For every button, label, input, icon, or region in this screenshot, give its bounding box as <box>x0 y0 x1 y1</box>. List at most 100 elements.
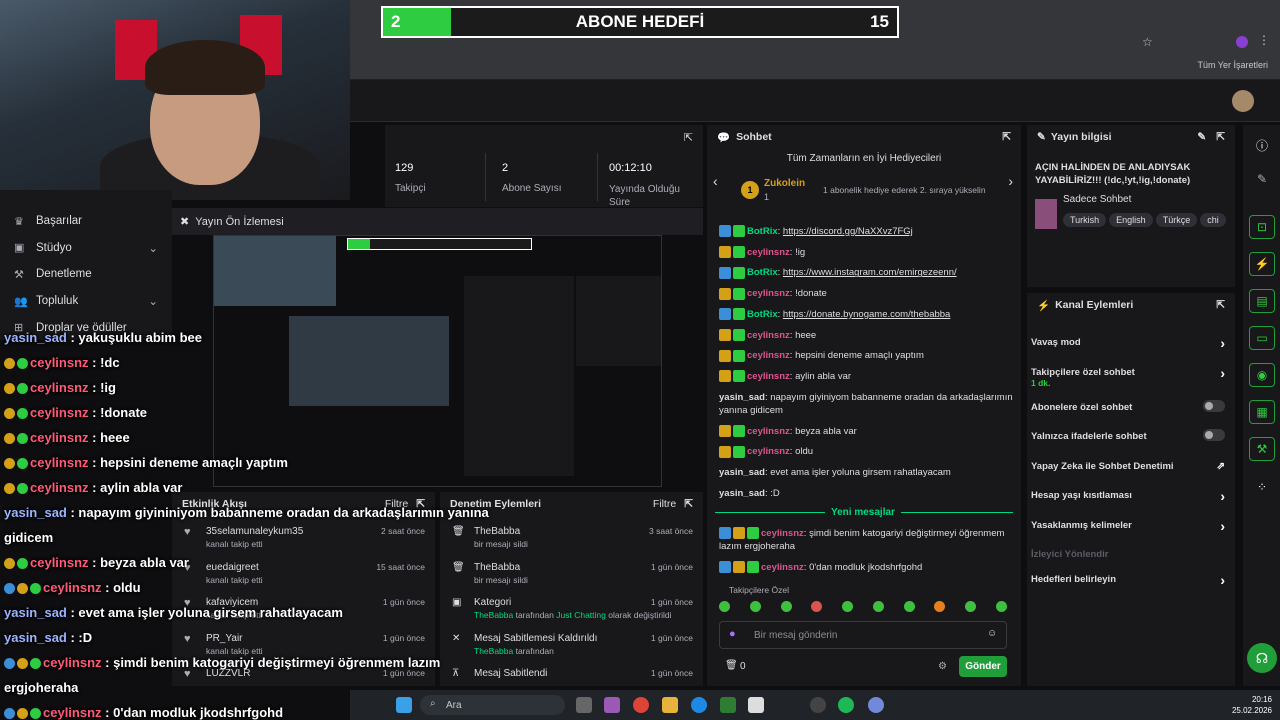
store-icon[interactable] <box>748 697 764 713</box>
emote-icon[interactable] <box>872 601 884 612</box>
chat-message: yasin_sad: evet ama işler yoluna girsem … <box>719 466 1013 479</box>
clock[interactable]: 20:16 25.02.2026 <box>1232 694 1272 716</box>
raid-icon[interactable]: ⚡ <box>1249 252 1275 276</box>
layers-icon[interactable]: ▦ <box>1249 400 1275 424</box>
action-item[interactable]: Yasaklanmış kelimeler › <box>1031 518 1225 534</box>
badge-icon <box>4 458 15 470</box>
user-avatar[interactable] <box>1232 90 1254 112</box>
notes-icon[interactable]: ▤ <box>1249 289 1275 313</box>
taskview-icon[interactable] <box>576 697 592 713</box>
chat-username[interactable]: ceylinsnz <box>747 371 790 382</box>
emote-icon[interactable] <box>934 601 946 612</box>
toggle-switch[interactable] <box>1203 429 1225 441</box>
tag-chip[interactable]: chi <box>1200 213 1226 227</box>
popout-icon[interactable]: ⇱ <box>1002 131 1011 143</box>
edit-icon[interactable]: ✎ <box>1249 167 1275 191</box>
star-icon[interactable]: ☆ <box>1142 35 1153 49</box>
mic-icon[interactable]: ● <box>729 628 736 640</box>
goal-target: 15 <box>870 12 889 31</box>
nav-moderation[interactable]: ⚒ Denetleme <box>0 261 172 288</box>
overlay-chat-line: yasin_sad : evet ama işler yoluna girsem… <box>4 605 343 620</box>
emote-icon[interactable] <box>780 601 792 612</box>
explorer-icon[interactable] <box>662 697 678 713</box>
help-icon[interactable]: ☊ <box>1247 643 1277 673</box>
chat-username[interactable]: yasin_sad <box>719 488 765 499</box>
emote-icon[interactable] <box>965 601 977 612</box>
emote-icon[interactable] <box>995 601 1007 612</box>
clip-icon[interactable]: ⊡ <box>1249 215 1275 239</box>
emote-icon[interactable] <box>811 601 823 612</box>
chat-username[interactable]: ceylinsnz <box>761 528 804 539</box>
chat-username[interactable]: BotRix <box>747 226 778 237</box>
tool-icon[interactable]: ⚒ <box>1249 437 1275 461</box>
chat-username[interactable]: BotRix <box>747 267 778 278</box>
obs-icon[interactable] <box>810 697 826 713</box>
chat-bubble-icon[interactable]: ▭ <box>1249 326 1275 350</box>
kebab-menu-icon[interactable]: ⋮ <box>1258 33 1270 47</box>
emote-icon[interactable] <box>903 601 915 612</box>
spotify-icon[interactable] <box>838 697 854 713</box>
taskbar-search[interactable]: Ara <box>420 695 565 715</box>
chat-username[interactable]: yasin_sad <box>719 467 765 478</box>
stream-chat-overlay: yasin_sad : yakuşuklu abim bee ceylinsnz … <box>0 330 500 720</box>
action-item[interactable]: Takipçilere özel sohbet 1 dk. › <box>1031 365 1225 388</box>
chat-username[interactable]: ceylinsnz <box>747 350 790 361</box>
bookmarks-folder[interactable]: Tüm Yer İşaretleri <box>1197 60 1268 70</box>
discord-icon[interactable] <box>868 697 884 713</box>
chat-username[interactable]: ceylinsnz <box>747 446 790 457</box>
chat-link[interactable]: https://www.instagram.com/emirgezeenn/ <box>783 267 957 278</box>
chat-link[interactable]: https://donate.bynogame.com/thebabba <box>783 309 950 320</box>
info-icon[interactable]: ⓘ <box>1249 133 1275 157</box>
nav-community[interactable]: 👥 Topluluk ⌄ <box>0 288 172 315</box>
emote-icon[interactable] <box>719 601 730 612</box>
send-button[interactable]: Gönder <box>959 656 1007 677</box>
action-item[interactable]: Abonelere özel sohbet <box>1031 399 1225 413</box>
xbox-icon[interactable] <box>720 697 736 713</box>
tag-chip[interactable]: English <box>1109 213 1153 227</box>
chat-username[interactable]: ceylinsnz <box>747 247 790 258</box>
tag-chip[interactable]: Turkish <box>1063 213 1107 227</box>
chat-username[interactable]: BotRix <box>747 309 778 320</box>
tag-chip[interactable]: Türkçe <box>1155 213 1198 227</box>
emoji-icon[interactable]: ☺ <box>987 628 997 639</box>
chevron-right-icon[interactable]: › <box>1008 173 1013 189</box>
emote-icon[interactable] <box>749 601 761 612</box>
chevron-left-icon[interactable]: ‹ <box>713 173 718 189</box>
action-item[interactable]: Yalnızca ifadelerle sohbet <box>1031 429 1225 442</box>
popout-icon[interactable]: ⇱ <box>1216 131 1225 143</box>
action-item[interactable]: Yapay Zeka ile Sohbet Denetimi ⇗ <box>1031 461 1225 472</box>
chat-username[interactable]: ceylinsnz <box>747 426 790 437</box>
action-item[interactable]: Hedefleri belirleyin › <box>1031 572 1225 588</box>
badge-icon <box>719 328 731 341</box>
start-icon[interactable] <box>396 697 412 713</box>
action-item[interactable]: Hesap yaşı kısıtlaması › <box>1031 488 1225 504</box>
overlay-message: : aylin abla var <box>88 480 183 495</box>
chat-link[interactable]: https://discord.gg/NaXXvz7FGj <box>783 226 913 237</box>
chat-username[interactable]: yasin_sad <box>719 392 765 403</box>
chat-username[interactable]: ceylinsnz <box>747 330 790 341</box>
chat-input[interactable]: Bir mesaj gönderin <box>719 621 1007 649</box>
edit-icon[interactable]: ✎ <box>1197 131 1206 143</box>
gifter-hint: 1 abonelik hediye ederek 2. sıraya yükse… <box>823 185 986 195</box>
more-icon[interactable]: ⁘ <box>1249 475 1275 499</box>
mod-filter[interactable]: Filtre <box>653 498 676 510</box>
copilot-icon[interactable] <box>604 697 620 713</box>
chrome-icon[interactable] <box>633 697 649 713</box>
gear-icon[interactable]: ⚙ <box>938 661 947 672</box>
nav-achievements[interactable]: ♛ Başarılar <box>0 208 172 235</box>
chat-username[interactable]: ceylinsnz <box>747 288 790 299</box>
broadcast-icon[interactable]: ◉ <box>1249 363 1275 387</box>
overlay-chat-line: ceylinsnz : 0'dan modluk jkodshrfgohd <box>4 705 283 720</box>
popout-icon[interactable]: ⇱ <box>1216 299 1225 311</box>
profile-avatar[interactable] <box>1236 36 1248 48</box>
search-icon: ⌕ <box>430 698 436 709</box>
action-item[interactable]: Vavaş mod › <box>1031 335 1225 351</box>
nav-studio[interactable]: ▣ Stüdyo ⌄ <box>0 235 172 262</box>
popout-icon[interactable]: ⇱ <box>684 498 693 510</box>
emote-icon[interactable] <box>842 601 854 612</box>
chat-username[interactable]: ceylinsnz <box>761 562 804 573</box>
edge-icon[interactable] <box>691 697 707 713</box>
badge-icon <box>4 558 15 570</box>
toggle-switch[interactable] <box>1203 399 1225 412</box>
popout-icon[interactable]: ⇱ <box>684 131 693 144</box>
